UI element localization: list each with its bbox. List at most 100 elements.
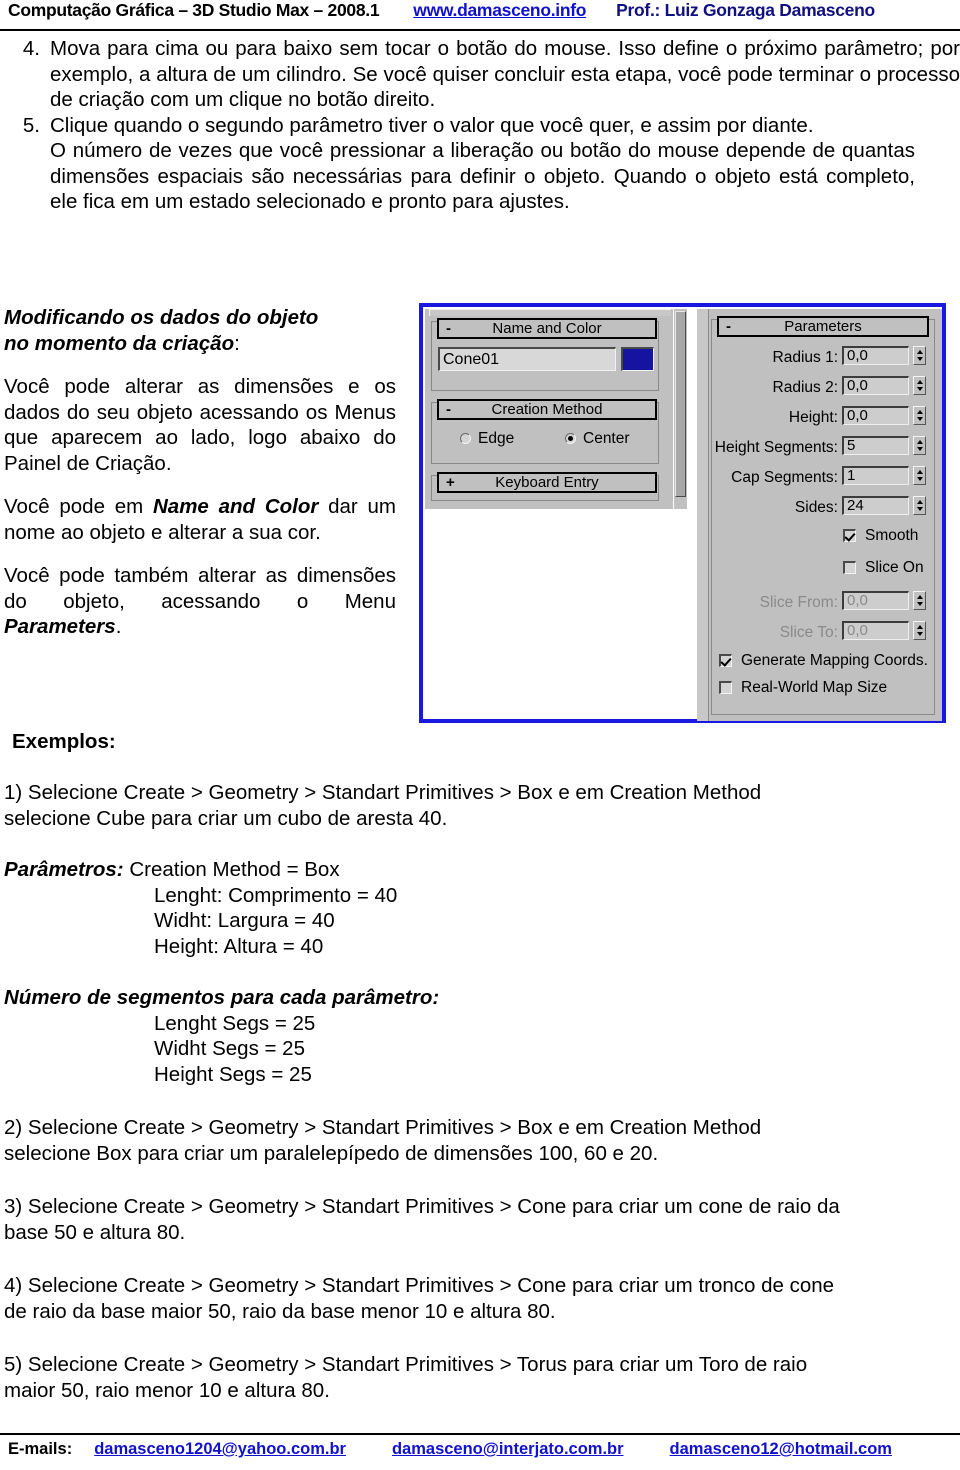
spinner-height[interactable] — [913, 406, 926, 425]
footer-email-3[interactable]: damasceno12@hotmail.com — [670, 1440, 892, 1459]
list-item: 5. Clique quando o segundo parâmetro tiv… — [0, 113, 960, 139]
object-name-input[interactable]: Cone01 — [438, 347, 616, 371]
page-footer: E-mails: damasceno1204@yahoo.com.br dama… — [0, 1440, 960, 1459]
3dsmax-screenshot-inner: - Name and Color Cone01 - Creation Metho… — [423, 307, 942, 721]
p3-before: Você pode também alterar as dimensões do… — [4, 564, 396, 613]
examples-section: Exemplos: 1) Selecione Create > Geometry… — [0, 730, 960, 1403]
parameter-row: Lenght: Comprimento = 40 — [154, 883, 398, 907]
rollout-label: Parameters — [784, 318, 862, 335]
rollout-toggle-icon[interactable]: - — [446, 320, 451, 337]
creation-panel-paragraph-1: Você pode alterar as dimensões e os dado… — [4, 375, 396, 475]
step-text: Mova para cima ou para baixo sem tocar o… — [50, 37, 960, 111]
steps-closing-paragraph: O número de vezes que você pressionar a … — [50, 139, 915, 213]
param-input-slice-to[interactable]: 0,0 — [842, 621, 909, 640]
rollout-toggle-icon[interactable]: + — [446, 474, 455, 491]
example-5: 5) Selecione Create > Geometry > Standar… — [0, 1352, 960, 1403]
creation-panel-section: Modificando os dados do objeto no moment… — [0, 300, 960, 730]
steps-section: 4. Mova para cima ou para baixo sem toca… — [0, 36, 960, 215]
rollout-name-and-color[interactable]: - Name and Color — [437, 318, 657, 339]
step-text: Clique quando o segundo parâmetro tiver … — [50, 113, 814, 137]
rollout-parameters[interactable]: - Parameters — [717, 316, 929, 337]
rollout-creation-method[interactable]: - Creation Method — [437, 399, 657, 420]
object-color-swatch[interactable] — [621, 347, 654, 371]
example-2-line-1: 2) Selecione Create > Geometry > Standar… — [4, 1116, 762, 1139]
param-label-radius-1: Radius 1: — [772, 349, 838, 366]
spinner-slice-from[interactable] — [913, 591, 926, 610]
header-website-link[interactable]: www.damasceno.info — [413, 0, 586, 21]
spinner-slice-to[interactable] — [913, 621, 926, 640]
checkbox-real-world-map-size-label: Real-World Map Size — [741, 679, 888, 696]
checkbox-slice-on[interactable] — [843, 561, 856, 574]
param-label-slice-from: Slice From: — [759, 594, 838, 611]
example-3-line-2: base 50 e altura 80. — [4, 1220, 186, 1244]
rollout-keyboard-entry[interactable]: + Keyboard Entry — [437, 472, 657, 493]
parameters-first-row: Parâmetros: Creation Method = Box — [4, 857, 960, 883]
param-label-radius-2: Radius 2: — [772, 379, 838, 396]
footer-email-2[interactable]: damasceno@interjato.com.br — [392, 1440, 624, 1459]
segment-row: Lenght Segs = 25 — [154, 1011, 316, 1035]
example-3: 3) Selecione Create > Geometry > Standar… — [0, 1194, 960, 1245]
param-input-radius-1[interactable]: 0,0 — [842, 346, 909, 365]
creation-panel-paragraph-2: Você pode em Name and Color dar um nome … — [4, 494, 396, 545]
example-1-line-2: selecione Cube para criar um cubo de are… — [4, 806, 448, 830]
parameters-label: Parâmetros: — [4, 858, 124, 881]
checkbox-slice-on-label: Slice On — [865, 559, 924, 576]
p3-after: . — [115, 615, 122, 638]
page-header: Computação Gráfica – 3D Studio Max – 200… — [0, 0, 960, 30]
scrollbar-thumb[interactable] — [675, 311, 686, 497]
radio-edge-label: Edge — [478, 430, 515, 447]
checkbox-generate-mapping-coords[interactable] — [719, 654, 732, 667]
3dsmax-screenshot: - Name and Color Cone01 - Creation Metho… — [419, 303, 946, 723]
creation-panel-heading-colon: : — [234, 331, 240, 355]
radio-center-label: Center — [583, 430, 630, 447]
command-panel-right: - Parameters Radius 1: 0,0 Radius 2: 0,0… — [697, 309, 942, 721]
param-input-radius-2[interactable]: 0,0 — [842, 376, 909, 395]
example-1: 1) Selecione Create > Geometry > Standar… — [0, 780, 960, 831]
checkbox-smooth[interactable] — [843, 529, 856, 542]
example-1-parameters: Parâmetros: Creation Method = Box Lenght… — [0, 857, 960, 959]
segment-row: Widht Segs = 25 — [154, 1037, 305, 1060]
creation-panel-heading-line1: Modificando os dados do objeto — [4, 306, 319, 329]
param-label-slice-to: Slice To: — [779, 624, 838, 641]
param-input-height-segments[interactable]: 5 — [842, 436, 909, 455]
footer-email-1[interactable]: damasceno1204@yahoo.com.br — [94, 1440, 346, 1459]
spinner-radius-1[interactable] — [913, 346, 926, 365]
param-label-height: Height: — [788, 409, 838, 426]
param-input-slice-from[interactable]: 0,0 — [842, 591, 909, 610]
example-4: 4) Selecione Create > Geometry > Standar… — [0, 1273, 960, 1324]
param-input-height[interactable]: 0,0 — [842, 406, 909, 425]
p3-bold: Parameters — [4, 615, 116, 638]
param-label-sides: Sides: — [794, 499, 838, 516]
checkbox-real-world-map-size[interactable] — [719, 681, 732, 694]
param-label-cap-segments: Cap Segments: — [731, 469, 838, 486]
creation-panel-heading-line2: no momento da criação — [4, 331, 235, 355]
rollout-toggle-icon[interactable]: - — [726, 318, 731, 335]
step-number: 5. — [22, 113, 40, 137]
example-3-line-1: 3) Selecione Create > Geometry > Standar… — [4, 1195, 840, 1218]
example-4-line-2: de raio da base maior 50, raio da base m… — [4, 1299, 556, 1323]
param-input-cap-segments[interactable]: 1 — [842, 466, 909, 485]
command-panel-left: - Name and Color Cone01 - Creation Metho… — [425, 309, 687, 509]
spinner-cap-segments[interactable] — [913, 466, 926, 485]
example-2-line-2: selecione Box para criar um paralelepípe… — [4, 1141, 659, 1165]
spinner-radius-2[interactable] — [913, 376, 926, 395]
spinner-height-segments[interactable] — [913, 436, 926, 455]
parameter-row: Widht: Largura = 40 — [154, 909, 335, 932]
rollout-toggle-icon[interactable]: - — [446, 401, 451, 418]
creation-panel-text: Modificando os dados do objeto no moment… — [4, 305, 396, 658]
rollout-label: Name and Color — [492, 320, 602, 337]
segments-heading: Número de segmentos para cada parâmetro: — [4, 986, 440, 1009]
step-number: 4. — [22, 37, 40, 60]
panel-scrollbar-right[interactable] — [697, 309, 709, 721]
footer-label: E-mails: — [8, 1440, 73, 1458]
header-divider — [0, 29, 960, 31]
radio-edge[interactable] — [460, 433, 471, 444]
p2-bold: Name and Color — [153, 495, 319, 518]
spinner-sides[interactable] — [913, 496, 926, 515]
example-1-line-1: 1) Selecione Create > Geometry > Standar… — [4, 781, 762, 804]
panel-scrollbar-left[interactable] — [673, 309, 687, 509]
steps-list: 4. Mova para cima ou para baixo sem toca… — [0, 36, 960, 215]
creation-panel-heading: Modificando os dados do objeto no moment… — [4, 305, 396, 356]
param-input-sides[interactable]: 24 — [842, 496, 909, 515]
radio-center[interactable] — [565, 433, 576, 444]
